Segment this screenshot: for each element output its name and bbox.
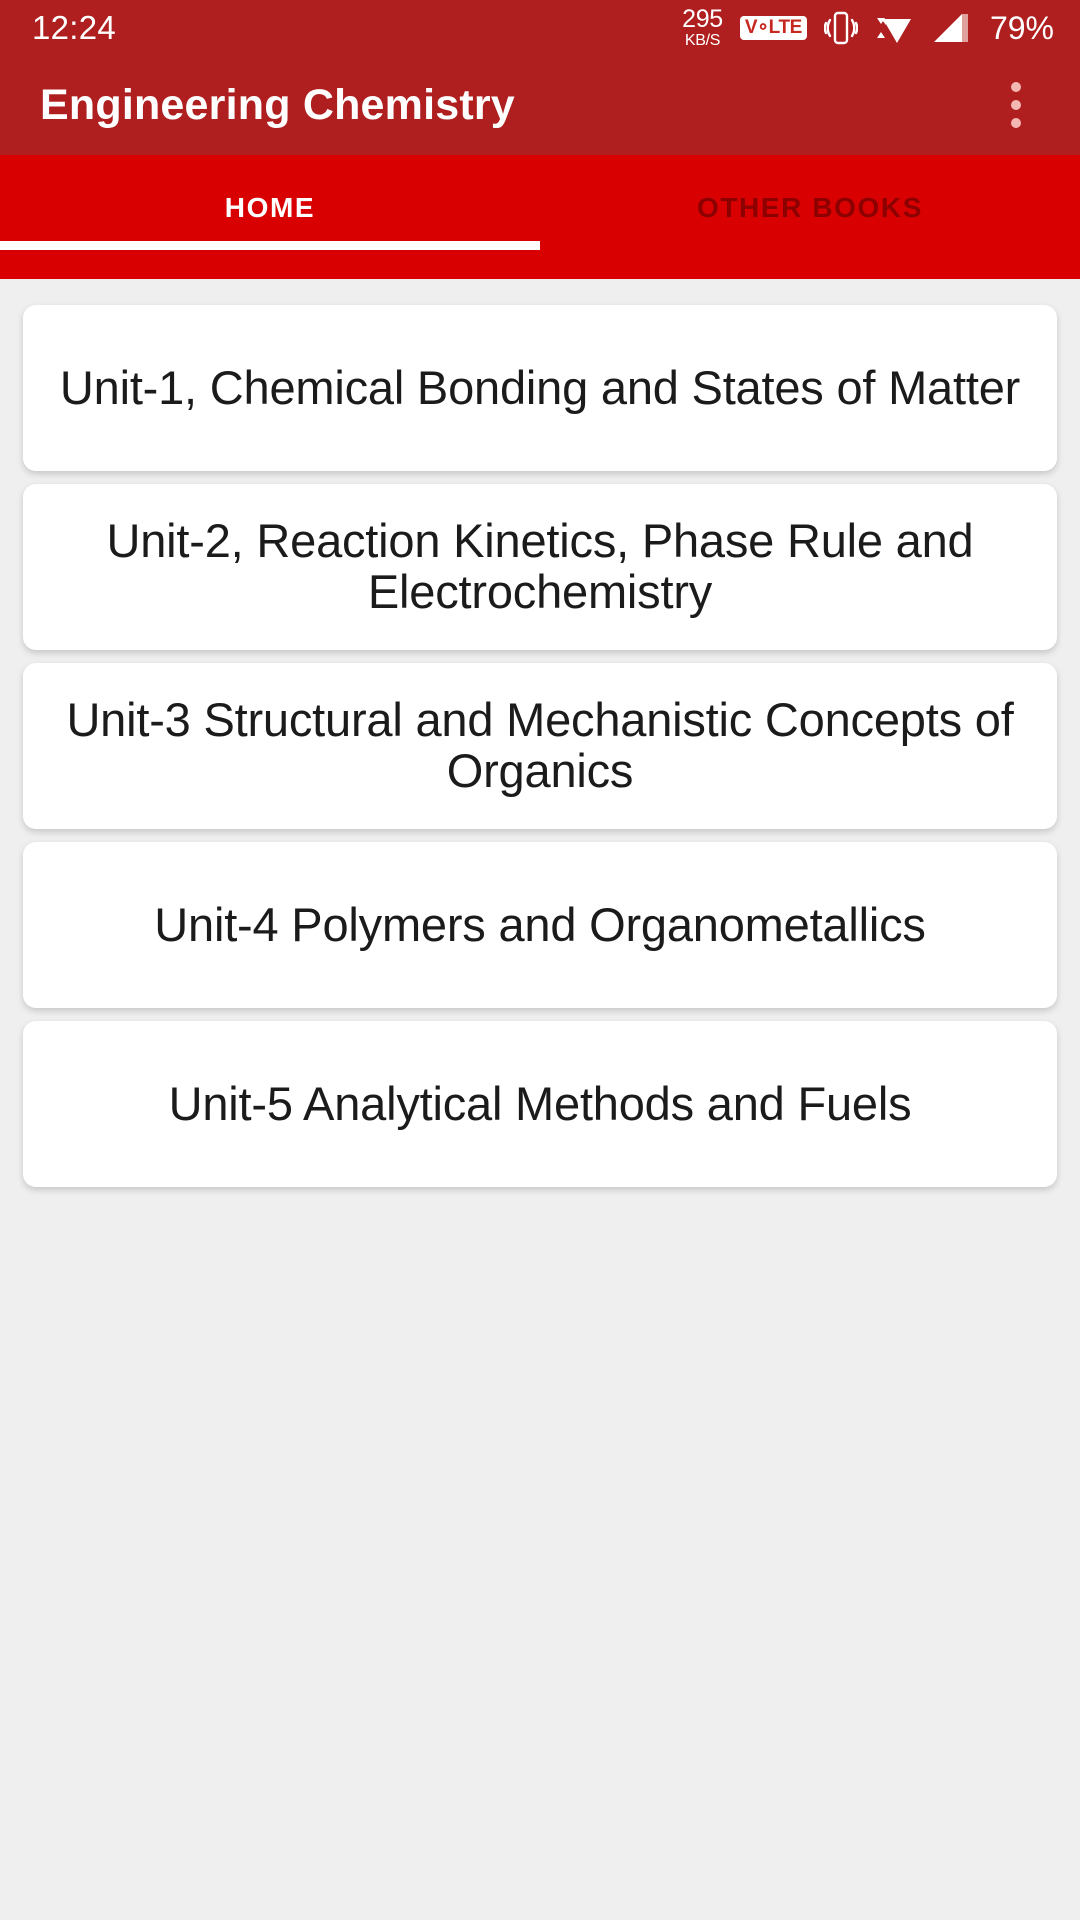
list-item[interactable]: Unit-1, Chemical Bonding and States of M…: [23, 305, 1057, 471]
unit-card-title: Unit-3 Structural and Mechanistic Concep…: [66, 693, 1014, 797]
tab-other-books[interactable]: OTHER BOOKS: [540, 155, 1080, 279]
status-bar: 12:24 295 KB/S V∘LTE 79%: [0, 0, 1080, 55]
volte-icon: V∘LTE: [739, 15, 807, 40]
unit-card-title: Unit-2, Reaction Kinetics, Phase Rule an…: [106, 514, 974, 618]
unit-card-title: Unit-1, Chemical Bonding and States of M…: [59, 360, 1021, 414]
tab-selection-indicator: [0, 241, 540, 250]
unit-card-title: Unit-4 Polymers and Organometallics: [154, 897, 926, 951]
unit-list: Unit-1, Chemical Bonding and States of M…: [0, 279, 1080, 1920]
kebab-dot-icon: [1011, 82, 1021, 92]
signal-icon: [932, 11, 970, 45]
overflow-menu-button[interactable]: [986, 70, 1046, 140]
vibrate-icon: [823, 8, 858, 48]
status-bar-indicators: 295 KB/S V∘LTE 79%: [682, 4, 1054, 49]
tab-home-label: HOME: [224, 192, 316, 223]
app-screen: 12:24 295 KB/S V∘LTE 79% Engineering Che…: [0, 0, 1080, 1920]
list-item[interactable]: Unit-4 Polymers and Organometallics: [23, 842, 1057, 1008]
tab-other-books-label: OTHER BOOKS: [696, 192, 924, 223]
status-bar-clock: 12:24: [32, 9, 117, 46]
network-speed-indicator: 295 KB/S: [682, 4, 723, 49]
page-title: Engineering Chemistry: [40, 80, 515, 129]
kebab-dot-icon: [1011, 100, 1021, 110]
list-item[interactable]: Unit-2, Reaction Kinetics, Phase Rule an…: [23, 484, 1057, 650]
battery-percentage: 79%: [989, 9, 1054, 46]
network-speed-value: 295: [682, 4, 723, 33]
kebab-dot-icon: [1011, 118, 1021, 128]
list-item[interactable]: Unit-3 Structural and Mechanistic Concep…: [23, 663, 1057, 829]
unit-card-title: Unit-5 Analytical Methods and Fuels: [168, 1076, 912, 1130]
list-item[interactable]: Unit-5 Analytical Methods and Fuels: [23, 1021, 1057, 1187]
app-bar: Engineering Chemistry: [0, 55, 1080, 155]
tab-bar: HOME OTHER BOOKS: [0, 155, 1080, 279]
wifi-icon: [875, 11, 915, 45]
tab-home[interactable]: HOME: [0, 155, 540, 279]
network-speed-unit: KB/S: [684, 31, 721, 49]
